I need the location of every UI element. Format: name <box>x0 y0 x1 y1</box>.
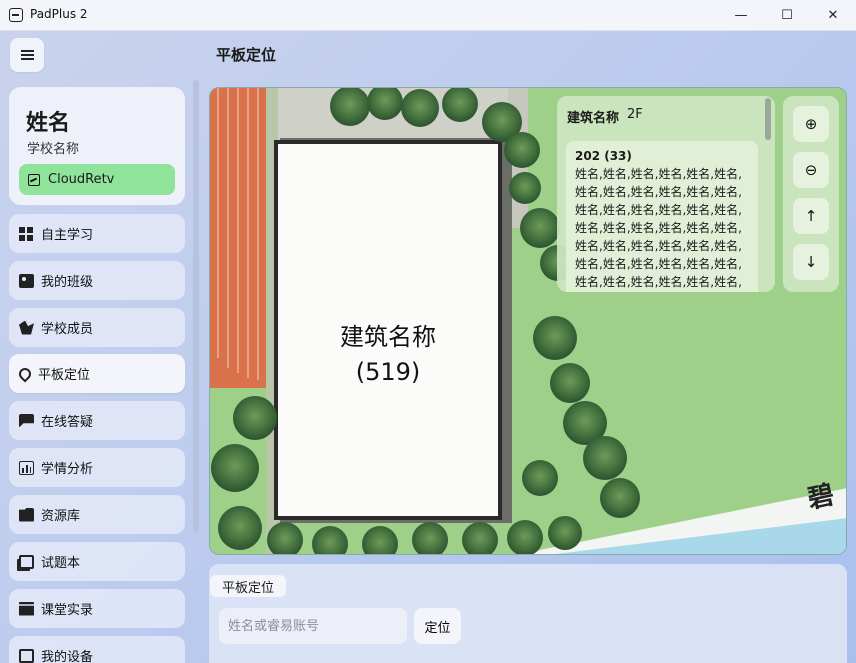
sidebar-item-label: 我的设备 <box>41 650 94 663</box>
sidebar-item-school-members[interactable]: 学校成员 <box>9 308 185 347</box>
room-card[interactable]: 202 (33) 姓名,姓名,姓名,姓名,姓名,姓名,姓名,姓名,姓名,姓名,姓… <box>566 141 758 292</box>
locate-button[interactable]: 定位 <box>414 608 461 644</box>
sidebar-item-label: 课堂实录 <box>41 603 94 618</box>
sidebar-item-self-study[interactable]: 自主学习 <box>9 214 185 253</box>
sidebar-item-online-qa[interactable]: 在线答疑 <box>9 401 185 440</box>
arrow-up-icon: ↑ <box>804 207 818 225</box>
tab-tablet-location[interactable]: 平板定位 <box>210 575 286 597</box>
sidebar-scrollbar[interactable] <box>193 80 199 533</box>
sidebar-item-label: 学情分析 <box>41 462 94 477</box>
location-icon <box>16 365 34 382</box>
zoom-in-icon: ⊕ <box>804 115 818 133</box>
sidebar-item-question-book[interactable]: 试题本 <box>9 542 185 581</box>
floor-label: 2F <box>627 107 643 122</box>
title-bar: PadPlus 2 — ☐ ✕ <box>0 0 856 31</box>
trend-chart-icon <box>28 173 40 186</box>
building-count: (519) <box>356 358 421 386</box>
sidebar-item-tablet-location[interactable]: 平板定位 <box>9 354 185 393</box>
people-icon <box>19 320 34 335</box>
app-logo-icon <box>9 8 23 22</box>
sidebar-item-label: 在线答疑 <box>41 415 94 430</box>
maximize-button[interactable]: ☐ <box>764 0 810 31</box>
close-button[interactable]: ✕ <box>810 0 856 31</box>
zoom-in-button[interactable]: ⊕ <box>793 106 829 142</box>
sidebar-item-class-recording[interactable]: 课堂实录 <box>9 589 185 628</box>
chat-icon <box>19 413 34 428</box>
profile-card: 姓名 学校名称 CloudRetv <box>9 87 185 205</box>
search-input[interactable] <box>219 608 407 644</box>
room-student-names: 姓名,姓名,姓名,姓名,姓名,姓名,姓名,姓名,姓名,姓名,姓名,姓名,姓名,姓… <box>575 167 742 289</box>
minimize-button[interactable]: — <box>718 0 764 31</box>
sidebar-item-label: 平板定位 <box>38 368 91 383</box>
zoom-out-icon: ⊖ <box>804 161 818 179</box>
bar-chart-icon <box>19 460 34 475</box>
map-controls: ⊕ ⊖ ↑ ↓ <box>783 96 839 292</box>
clapperboard-icon <box>19 601 34 616</box>
sidebar-item-label: 试题本 <box>41 556 81 571</box>
sidebar-item-label: 学校成员 <box>41 322 94 337</box>
building-name: 建筑名称 <box>567 111 620 126</box>
building-label: 建筑名称 <box>340 323 436 351</box>
menu-toggle-button[interactable] <box>10 38 44 72</box>
folder-icon <box>19 507 34 522</box>
zoom-out-button[interactable]: ⊖ <box>793 152 829 188</box>
school-name: 学校名称 <box>27 142 80 157</box>
info-panel-scrollbar[interactable] <box>765 98 771 140</box>
page-title: 平板定位 <box>216 46 277 64</box>
sidebar-item-my-devices[interactable]: 我的设备 <box>9 636 185 663</box>
sidebar-item-label: 自主学习 <box>41 228 94 243</box>
user-name: 姓名 <box>26 111 71 136</box>
grid-icon <box>19 226 34 241</box>
book-icon <box>19 554 34 569</box>
sidebar-item-label: 资源库 <box>41 509 81 524</box>
id-card-icon <box>19 273 34 288</box>
window-title: PadPlus 2 <box>30 7 88 21</box>
device-icon <box>19 648 34 663</box>
arrow-down-icon: ↓ <box>804 253 818 271</box>
sidebar-item-learning-analysis[interactable]: 学情分析 <box>9 448 185 487</box>
sidebar-item-resources[interactable]: 资源库 <box>9 495 185 534</box>
room-title: 202 (33) <box>575 149 632 163</box>
cloudretv-label: CloudRetv <box>48 172 115 187</box>
sidebar-item-label: 我的班级 <box>41 275 94 290</box>
sidebar-item-my-class[interactable]: 我的班级 <box>9 261 185 300</box>
floor-down-button[interactable]: ↓ <box>793 244 829 280</box>
cloudretv-button[interactable]: CloudRetv <box>19 164 175 195</box>
building-info-panel: 建筑名称 2F 202 (33) 姓名,姓名,姓名,姓名,姓名,姓名,姓名,姓名… <box>557 96 775 292</box>
hamburger-icon <box>20 54 34 56</box>
floor-up-button[interactable]: ↑ <box>793 198 829 234</box>
